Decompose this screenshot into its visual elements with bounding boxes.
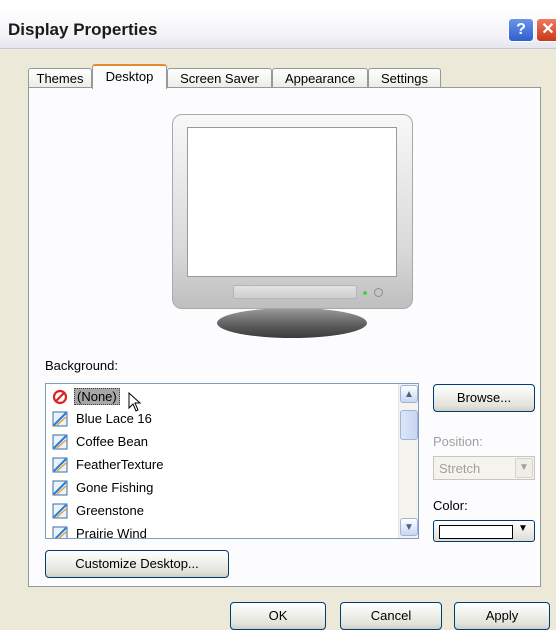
image-file-icon — [52, 503, 68, 519]
power-button-icon — [374, 288, 383, 297]
list-item-label: Blue Lace 16 — [76, 411, 152, 426]
tab-settings[interactable]: Settings — [368, 68, 441, 88]
tab-themes[interactable]: Themes — [28, 68, 92, 88]
position-select[interactable]: Stretch ▼ — [433, 456, 535, 480]
image-file-icon — [52, 411, 68, 427]
scroll-up-icon[interactable]: ▲ — [400, 385, 418, 403]
monitor-base — [217, 308, 367, 338]
tab-screen-saver[interactable]: Screen Saver — [167, 68, 272, 88]
list-item[interactable]: Greenstone — [52, 500, 382, 522]
image-file-icon — [52, 457, 68, 473]
list-item[interactable]: Blue Lace 16 — [52, 408, 382, 430]
image-file-icon — [52, 480, 68, 496]
customize-desktop-button[interactable]: Customize Desktop... — [45, 550, 229, 578]
scroll-thumb[interactable] — [400, 410, 418, 440]
list-item-label: Gone Fishing — [76, 480, 154, 495]
title-bar: Display Properties ? ✕ — [0, 10, 556, 49]
color-label: Color: — [433, 498, 468, 513]
list-item-label: Coffee Bean — [76, 434, 149, 449]
chevron-down-icon[interactable]: ▼ — [515, 458, 533, 478]
close-button[interactable]: ✕ — [536, 18, 556, 42]
list-item-label: (None) — [74, 388, 120, 405]
position-label: Position: — [433, 434, 483, 449]
display-properties-window: Display Properties ? ✕ Themes Desktop Sc… — [0, 10, 556, 630]
cancel-button[interactable]: Cancel — [340, 602, 442, 630]
ok-button[interactable]: OK — [230, 602, 326, 630]
power-led-icon — [363, 291, 367, 295]
list-item[interactable]: Coffee Bean — [52, 431, 382, 453]
list-item-label: Greenstone — [76, 503, 144, 518]
list-item[interactable]: FeatherTexture — [52, 454, 382, 476]
background-label: Background: — [45, 358, 118, 373]
list-item[interactable]: (None) — [52, 386, 382, 412]
window-title: Display Properties — [8, 20, 158, 39]
scroll-down-icon[interactable]: ▼ — [400, 518, 418, 536]
background-listbox[interactable]: (None) Blue Lace 16 Coffee Bean FeatherT… — [45, 383, 419, 539]
color-swatch — [439, 525, 513, 539]
tab-appearance[interactable]: Appearance — [272, 68, 368, 88]
vertical-scrollbar[interactable]: ▲ ▼ — [398, 384, 418, 538]
browse-button[interactable]: Browse... — [433, 384, 535, 412]
position-value: Stretch — [439, 461, 481, 476]
list-item[interactable]: Gone Fishing — [52, 477, 382, 499]
help-button[interactable]: ? — [508, 18, 534, 42]
apply-button[interactable]: Apply — [454, 602, 550, 630]
image-file-icon — [52, 434, 68, 450]
tab-desktop[interactable]: Desktop — [92, 64, 167, 89]
list-item-label: FeatherTexture — [76, 457, 164, 472]
image-file-icon — [52, 526, 68, 538]
monitor-icon — [172, 114, 413, 309]
monitor-vent — [233, 285, 357, 299]
chevron-down-icon: ▼ — [518, 523, 528, 534]
list-item[interactable]: Prairie Wind — [52, 523, 382, 539]
list-item-label: Prairie Wind — [76, 526, 147, 539]
color-picker-button[interactable]: ▼ — [433, 520, 535, 542]
desktop-tab-panel: Background: (None) Blue Lace 16 Coffee B… — [28, 87, 541, 587]
none-icon — [52, 389, 68, 405]
monitor-screen — [187, 127, 397, 277]
